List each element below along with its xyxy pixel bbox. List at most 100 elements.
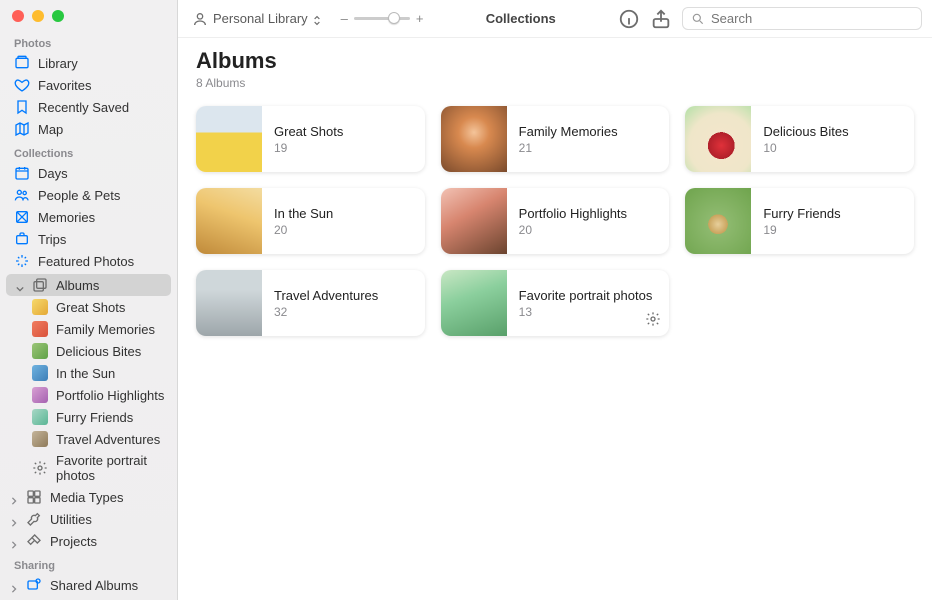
album-card[interactable]: Great Shots 19 [196, 106, 425, 172]
sidebar-item-media-types[interactable]: Media Types [0, 486, 177, 508]
hammer-icon [26, 533, 42, 549]
sidebar-item-favorites[interactable]: Favorites [0, 74, 177, 96]
sidebar-item-label: Trips [38, 232, 167, 247]
sidebar-item-days[interactable]: Days [0, 162, 177, 184]
album-card[interactable]: Furry Friends 19 [685, 188, 914, 254]
sidebar-item-label: Map [38, 122, 167, 137]
album-thumb-icon [32, 409, 48, 425]
album-title: In the Sun [274, 206, 413, 221]
sidebar-album-great-shots[interactable]: Great Shots [0, 296, 177, 318]
album-thumb-icon [32, 321, 48, 337]
sparkle-icon [14, 253, 30, 269]
sidebar-album-portfolio-highlights[interactable]: Portfolio Highlights [0, 384, 177, 406]
sidebar-item-label: Library [38, 56, 167, 71]
sidebar-item-label: Favorite portrait photos [56, 453, 167, 483]
album-thumb-icon [32, 365, 48, 381]
albums-icon [32, 277, 48, 293]
sidebar-album-family-memories[interactable]: Family Memories [0, 318, 177, 340]
sidebar-item-label: Favorites [38, 78, 167, 93]
sidebar-album-delicious-bites[interactable]: Delicious Bites [0, 340, 177, 362]
minimize-window-button[interactable] [32, 10, 44, 22]
chevron-right-icon[interactable] [10, 515, 18, 523]
album-title: Family Memories [519, 124, 658, 139]
bookmark-icon [14, 99, 30, 115]
album-card[interactable]: In the Sun 20 [196, 188, 425, 254]
album-count: 32 [274, 305, 413, 319]
sidebar-item-people-pets[interactable]: People & Pets [0, 184, 177, 206]
updown-arrows-icon [313, 14, 323, 24]
chevron-right-icon[interactable] [10, 537, 18, 545]
album-count: 19 [763, 223, 902, 237]
sidebar-item-label: Projects [50, 534, 167, 549]
album-title: Delicious Bites [763, 124, 902, 139]
sidebar-item-label: Media Types [50, 490, 167, 505]
smart-album-gear-icon[interactable] [645, 311, 661, 330]
sidebar-item-projects[interactable]: Projects [0, 530, 177, 552]
sidebar-album-favorite-portrait-photos[interactable]: Favorite portrait photos [0, 450, 177, 486]
people-icon [14, 187, 30, 203]
page-subtitle: 8 Albums [196, 76, 914, 90]
chevron-down-icon[interactable] [16, 281, 24, 289]
sidebar-album-travel-adventures[interactable]: Travel Adventures [0, 428, 177, 450]
shared-album-icon [26, 577, 42, 593]
sidebar-item-label: Days [38, 166, 167, 181]
sidebar-item-featured-photos[interactable]: Featured Photos [0, 250, 177, 272]
share-button[interactable] [650, 8, 672, 30]
memories-icon [14, 209, 30, 225]
media-types-icon [26, 489, 42, 505]
album-title: Portfolio Highlights [519, 206, 658, 221]
zoom-slider[interactable]: – + [341, 11, 424, 26]
sidebar-album-in-the-sun[interactable]: In the Sun [0, 362, 177, 384]
album-artwork [685, 188, 751, 254]
sidebar-item-label: Great Shots [56, 300, 167, 315]
zoom-out-label: – [341, 11, 348, 26]
sidebar-item-icloud-links[interactable]: iCloud Links [0, 596, 177, 600]
album-card[interactable]: Portfolio Highlights 20 [441, 188, 670, 254]
sidebar-item-memories[interactable]: Memories [0, 206, 177, 228]
album-artwork [196, 106, 262, 172]
album-artwork [441, 188, 507, 254]
zoom-knob[interactable] [388, 12, 400, 24]
album-count: 20 [519, 223, 658, 237]
album-card[interactable]: Delicious Bites 10 [685, 106, 914, 172]
search-field[interactable] [682, 7, 922, 30]
search-input[interactable] [711, 11, 913, 26]
calendar-icon [14, 165, 30, 181]
close-window-button[interactable] [12, 10, 24, 22]
sidebar-section-collections: Collections [0, 140, 177, 162]
sidebar-item-library[interactable]: Library [0, 52, 177, 74]
sidebar-item-albums[interactable]: Albums [6, 274, 171, 296]
sidebar-item-label: Featured Photos [38, 254, 167, 269]
suitcase-icon [14, 231, 30, 247]
chevron-right-icon[interactable] [10, 493, 18, 501]
sidebar-item-shared-albums[interactable]: Shared Albums [0, 574, 177, 596]
sidebar-item-label: Delicious Bites [56, 344, 167, 359]
album-thumb-icon [32, 299, 48, 315]
toolbar-view-title[interactable]: Collections [486, 11, 556, 26]
gear-icon [32, 460, 48, 476]
sidebar-item-recently-saved[interactable]: Recently Saved [0, 96, 177, 118]
album-title: Furry Friends [763, 206, 902, 221]
sidebar-item-label: Albums [56, 278, 161, 293]
sidebar-album-furry-friends[interactable]: Furry Friends [0, 406, 177, 428]
album-card[interactable]: Favorite portrait photos 13 [441, 270, 670, 336]
sidebar-item-label: Utilities [50, 512, 167, 527]
album-card[interactable]: Travel Adventures 32 [196, 270, 425, 336]
albums-grid: Great Shots 19 Family Memories 21 Delici… [196, 106, 914, 336]
library-switcher[interactable]: Personal Library [188, 9, 327, 29]
album-artwork [196, 188, 262, 254]
sidebar-item-label: In the Sun [56, 366, 167, 381]
sidebar-item-label: Memories [38, 210, 167, 225]
album-artwork [685, 106, 751, 172]
sidebar-item-trips[interactable]: Trips [0, 228, 177, 250]
album-count: 13 [519, 305, 658, 319]
sidebar-item-utilities[interactable]: Utilities [0, 508, 177, 530]
zoom-track[interactable] [354, 17, 410, 20]
fullscreen-window-button[interactable] [52, 10, 64, 22]
album-thumb-icon [32, 343, 48, 359]
chevron-right-icon[interactable] [10, 581, 18, 589]
info-button[interactable] [618, 8, 640, 30]
library-switcher-label: Personal Library [213, 11, 308, 26]
sidebar-item-map[interactable]: Map [0, 118, 177, 140]
album-card[interactable]: Family Memories 21 [441, 106, 670, 172]
